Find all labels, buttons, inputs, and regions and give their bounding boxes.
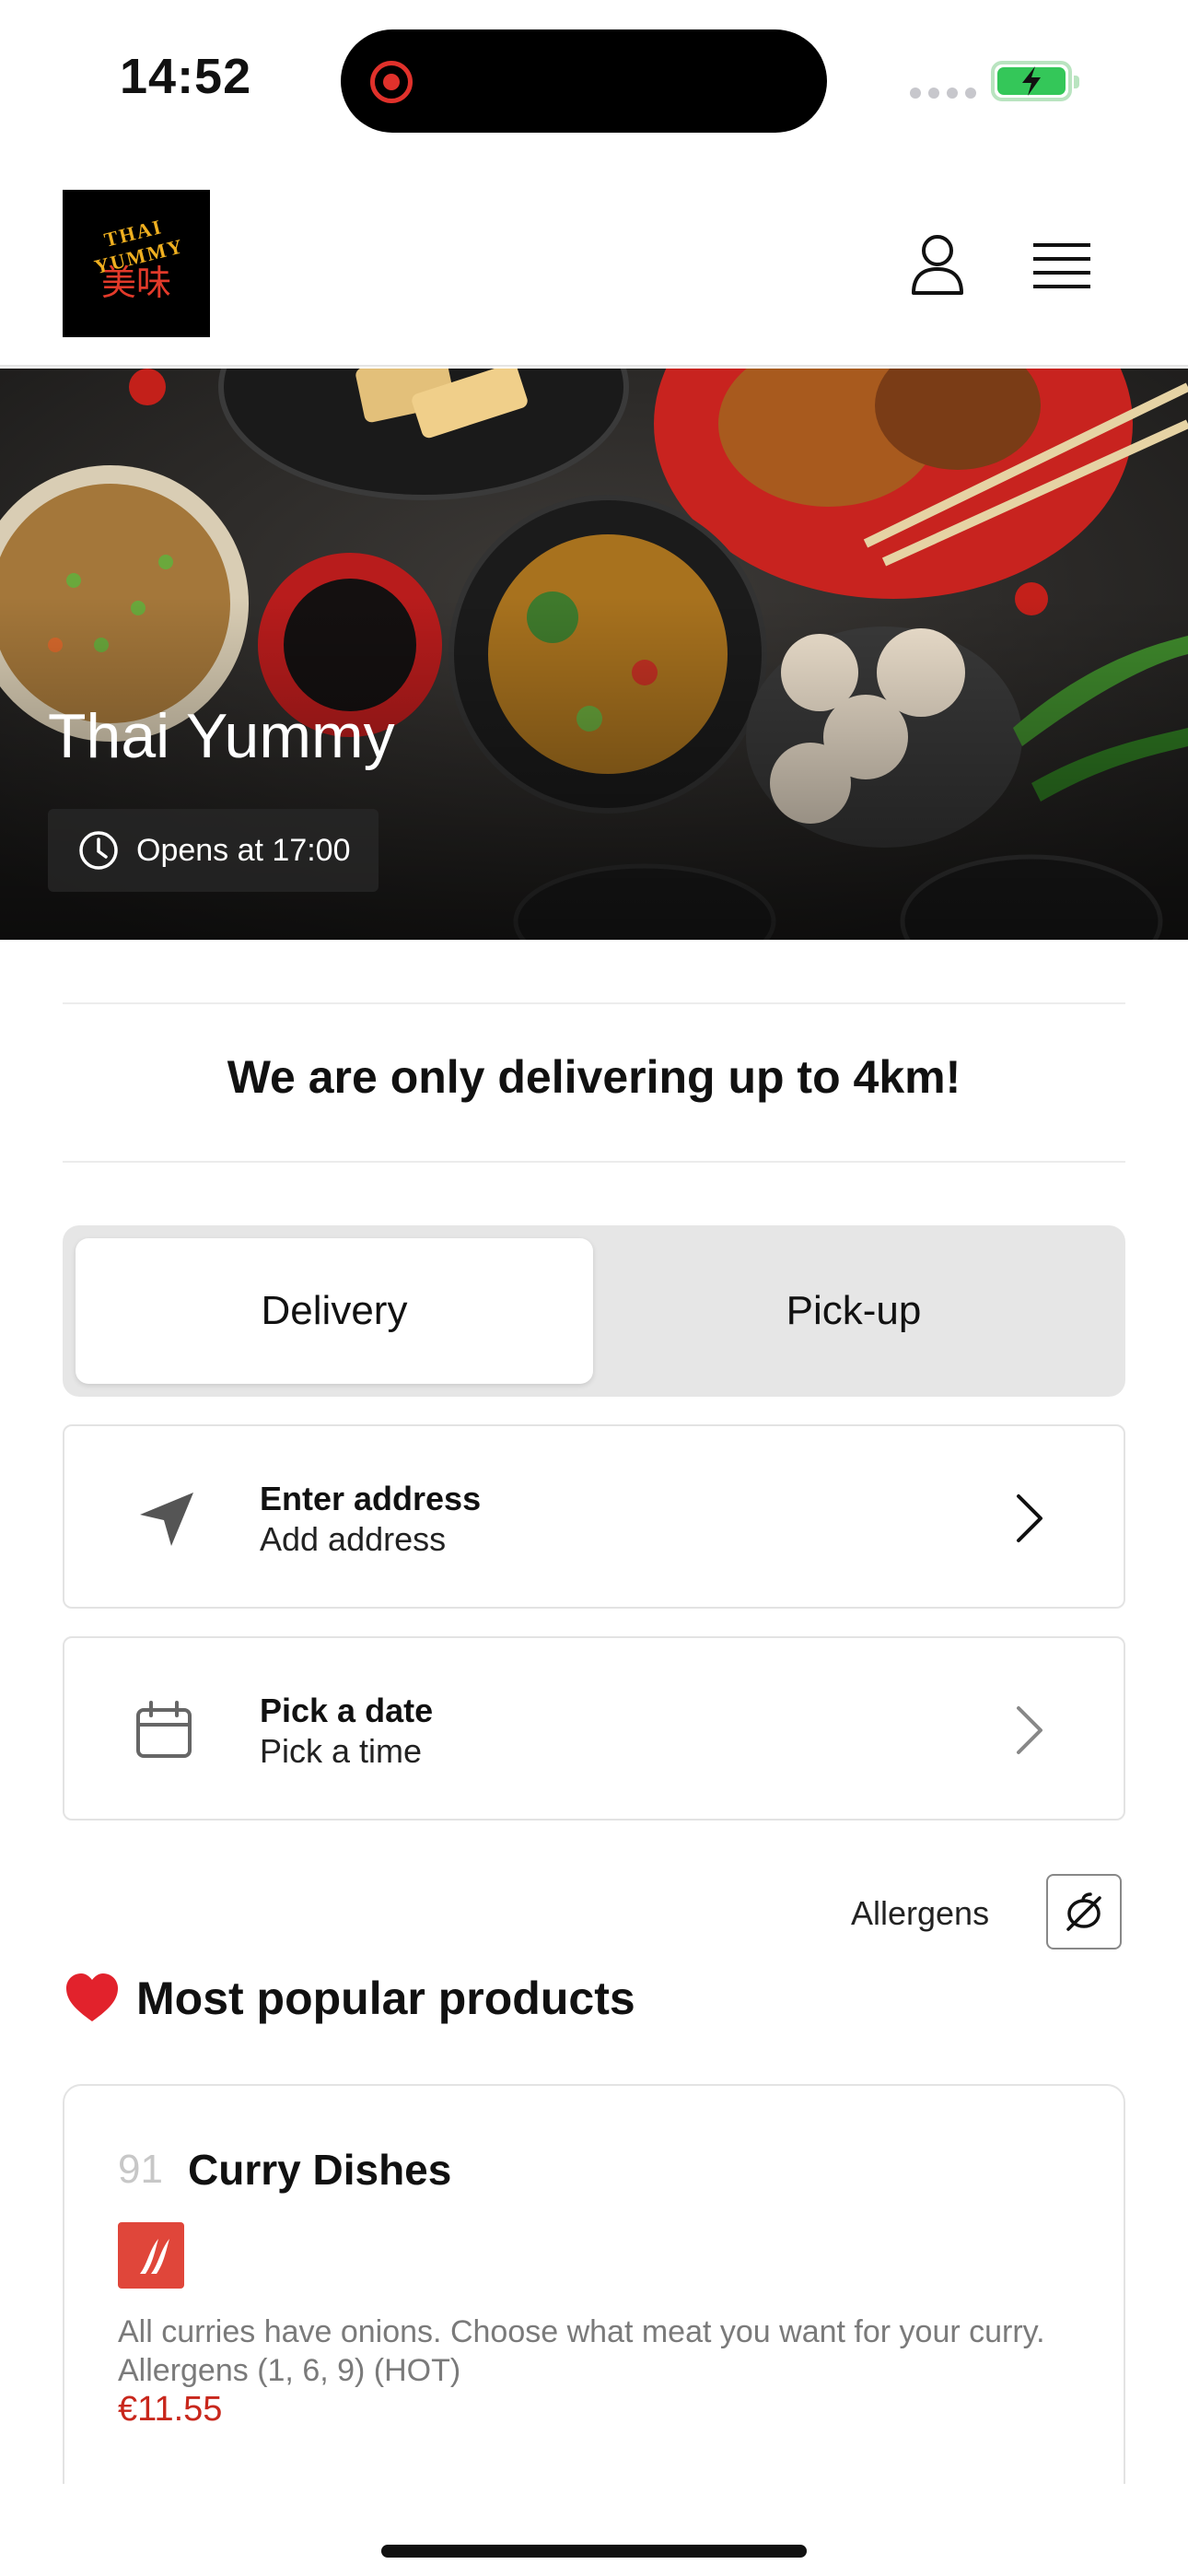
- chevron-right-icon: [1017, 1706, 1042, 1754]
- restaurant-logo[interactable]: THAI YUMMY 美味: [63, 190, 210, 337]
- product-number: 91: [118, 2147, 163, 2192]
- screen-recording-icon: [370, 61, 413, 103]
- app-header: THAI YUMMY 美味: [0, 157, 1188, 367]
- allergen-icon: [1066, 1892, 1101, 1931]
- address-row[interactable]: Enter address Add address: [63, 1424, 1125, 1609]
- product-price: €11.55: [118, 2390, 223, 2429]
- hero-banner: Thai Yummy Opens at 17:00: [0, 369, 1188, 940]
- opening-hours-text: Opens at 17:00: [136, 832, 351, 868]
- restaurant-name: Thai Yummy: [48, 701, 395, 771]
- delivery-notice: We are only delivering up to 4km!: [227, 1051, 961, 1103]
- dynamic-island: [341, 29, 827, 133]
- time-subtitle: Pick a time: [260, 1732, 423, 1770]
- chili-icon: [140, 2239, 169, 2274]
- calendar-icon: [136, 1701, 192, 1758]
- bottom-bar: [0, 2484, 1188, 2576]
- logo-chinese-text: 美味: [100, 263, 171, 303]
- status-bar: 14:52: [0, 0, 1188, 157]
- home-indicator[interactable]: [381, 2545, 807, 2558]
- product-name: Curry Dishes: [188, 2146, 452, 2194]
- clock-icon: [79, 831, 118, 870]
- divider: [63, 1002, 1125, 1004]
- signal-icon: [910, 88, 976, 99]
- heart-icon: [66, 1973, 118, 2021]
- product-description: All curries have onions. Choose what mea…: [118, 2314, 1045, 2388]
- allergens-filter-button[interactable]: [1046, 1874, 1122, 1950]
- chevron-right-icon: [1017, 1494, 1042, 1542]
- location-arrow-icon: [140, 1493, 193, 1546]
- date-title: Pick a date: [260, 1692, 434, 1729]
- allergens-label: Allergens: [851, 1894, 990, 1932]
- order-type-toggle: Delivery Pick-up: [63, 1225, 1125, 1397]
- delivery-option[interactable]: Delivery: [76, 1238, 593, 1384]
- divider: [63, 1161, 1125, 1163]
- spicy-badge: [118, 2222, 184, 2289]
- opening-hours-badge: Opens at 17:00: [48, 809, 379, 892]
- section-title: Most popular products: [136, 1973, 635, 2024]
- popular-products-heading: Most popular products: [64, 1972, 635, 2025]
- date-time-row[interactable]: Pick a date Pick a time: [63, 1636, 1125, 1821]
- address-subtitle: Add address: [260, 1520, 447, 1558]
- pickup-option[interactable]: Pick-up: [595, 1238, 1112, 1384]
- user-icon[interactable]: [910, 232, 965, 297]
- status-time: 14:52: [120, 49, 252, 104]
- menu-icon[interactable]: [1031, 241, 1092, 291]
- battery-charging-icon: [991, 61, 1079, 101]
- address-title: Enter address: [260, 1480, 482, 1517]
